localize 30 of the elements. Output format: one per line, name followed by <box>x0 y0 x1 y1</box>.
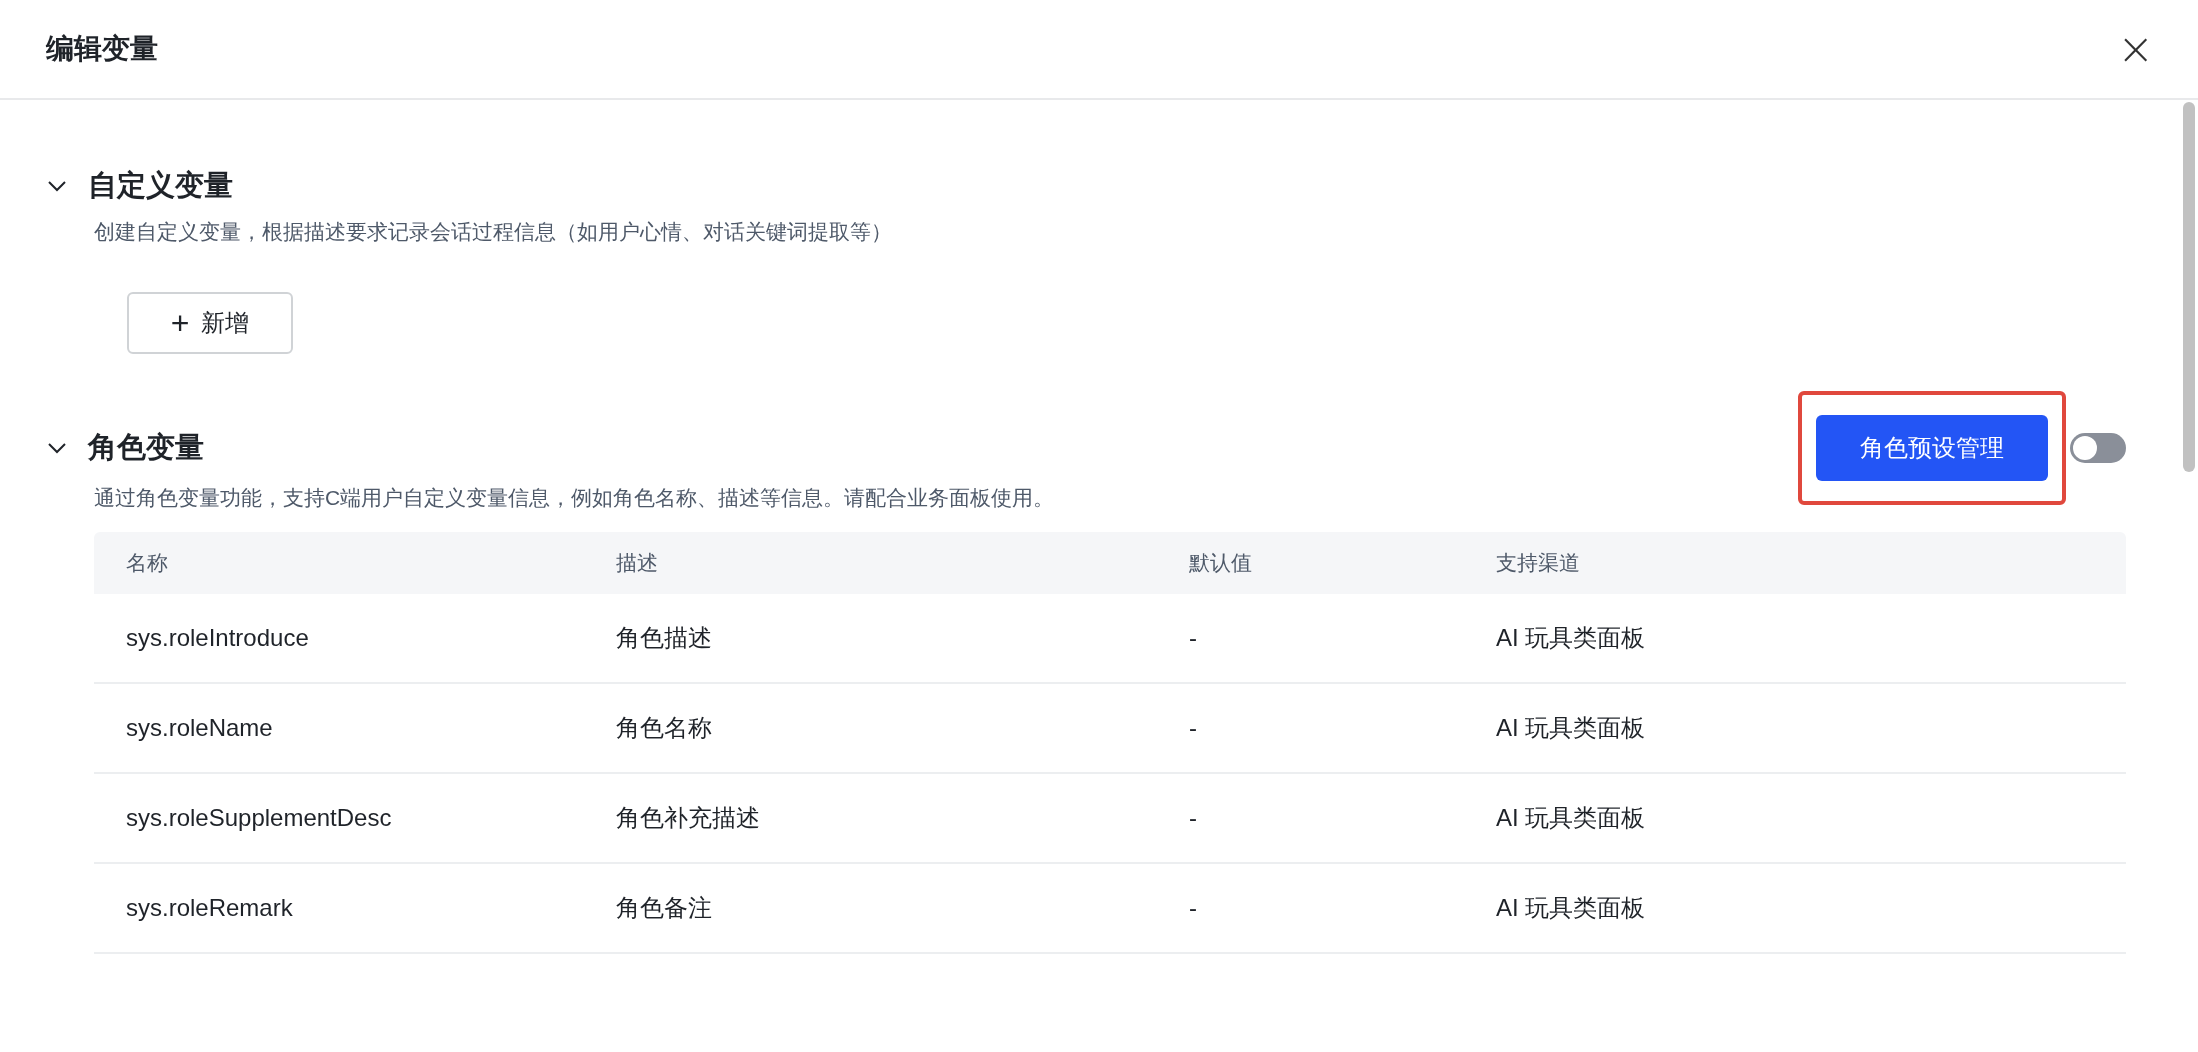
table-cell-text: 角色备注 <box>616 893 713 923</box>
column-header: 支持渠道 <box>1496 550 1581 576</box>
table-cell-text: sys.roleIntroduce <box>126 624 310 652</box>
toggle-switch[interactable] <box>2070 433 2126 463</box>
table-cell-text: AI 玩具类面板 <box>1496 893 1647 923</box>
section-description: 通过角色变量功能，支持C端用户自定义变量信息，例如角色名称、描述等信息。请配合业务面板使用。 <box>94 485 1056 511</box>
table-cell-text: AI 玩具类面板 <box>1496 713 1647 743</box>
table-cell-text: AI 玩具类面板 <box>1496 623 1647 653</box>
table-cell-text: - <box>1189 714 1198 742</box>
scrollbar-thumb[interactable] <box>2183 102 2195 472</box>
table-cell-text: - <box>1189 804 1198 832</box>
table-cell-text: 角色补充描述 <box>616 803 761 833</box>
table-cell-text: sys.roleRemark <box>126 894 294 922</box>
table-cell-text: sys.roleName <box>126 714 274 742</box>
table-cell-text: AI 玩具类面板 <box>1496 803 1647 833</box>
column-header: 名称 <box>126 550 169 576</box>
table-cell-text: - <box>1189 894 1198 922</box>
column-header: 描述 <box>616 550 659 576</box>
add-button[interactable]: + 新增 <box>127 292 293 354</box>
section-description: 创建自定义变量，根据描述要求记录会话过程信息（如用户心情、对话关键词提取等） <box>94 219 893 245</box>
close-button[interactable]: × <box>2113 27 2158 71</box>
table-cell-text: sys.roleSupplementDesc <box>126 804 393 832</box>
table-cell-text: 角色描述 <box>616 623 713 653</box>
section-title: 角色变量 <box>88 430 205 465</box>
table-cell-text: 角色名称 <box>616 713 713 743</box>
dialog-title: 编辑变量 <box>46 32 158 66</box>
table-cell-text: - <box>1189 624 1198 652</box>
section-title: 自定义变量 <box>88 168 234 203</box>
role-preset-button[interactable]: 角色预设管理 <box>1816 415 2048 481</box>
column-header: 默认值 <box>1189 550 1253 576</box>
